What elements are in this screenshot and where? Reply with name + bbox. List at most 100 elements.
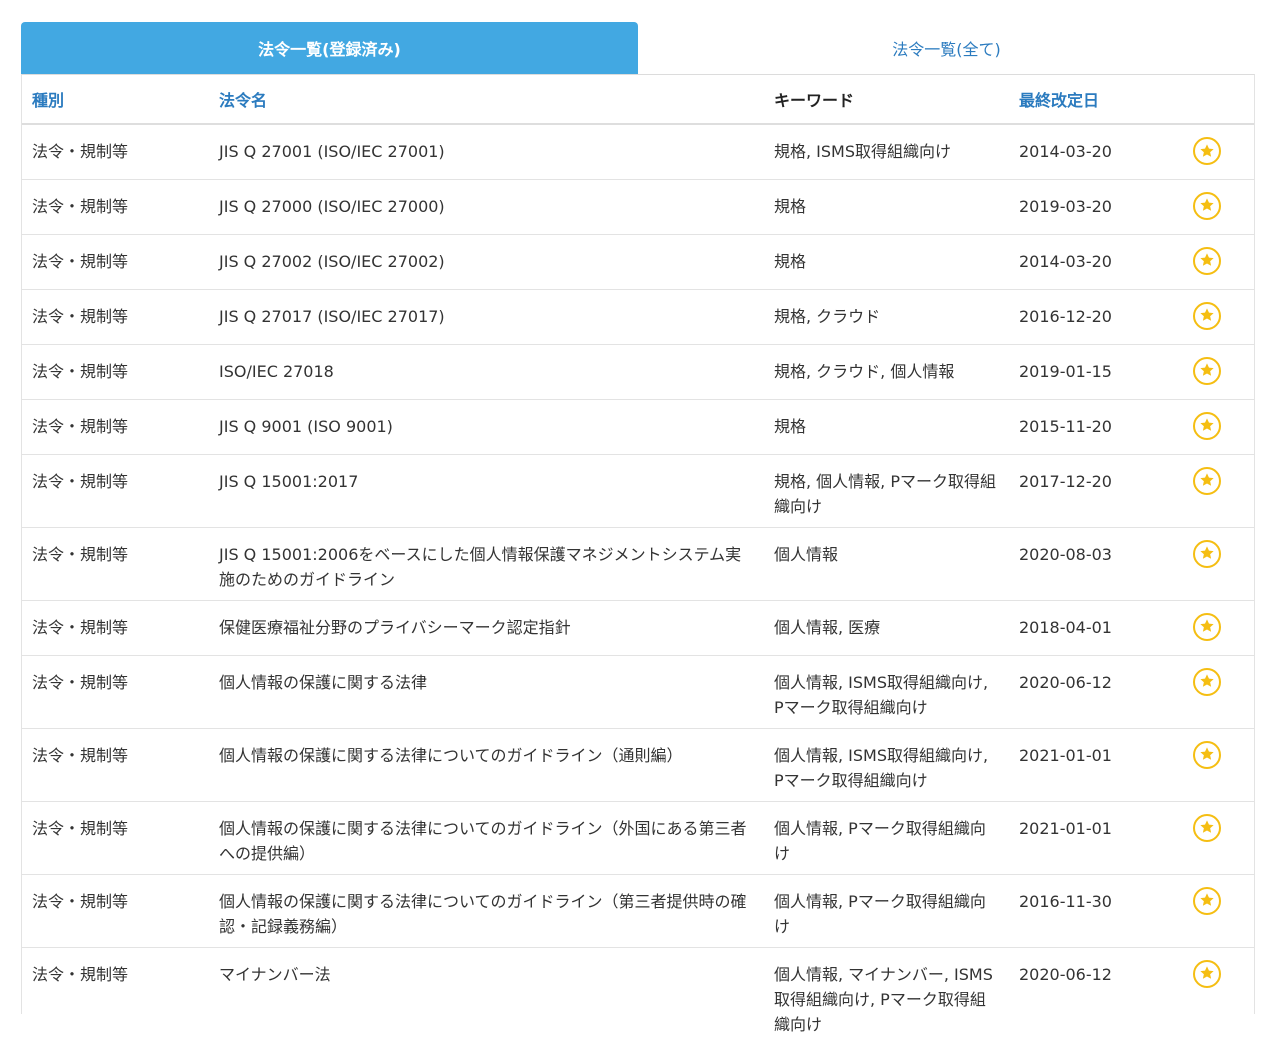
row-date: 2020-06-12: [1019, 964, 1112, 984]
star-icon: [1199, 143, 1214, 157]
table-row[interactable]: 法令・規制等 個人情報の保護に関する法律 個人情報, ISMS取得組織向け, Pマー…: [22, 655, 1254, 729]
row-type: 法令・規制等: [22, 399, 209, 455]
row-type: 法令・規制等: [22, 289, 209, 345]
row-date: 2017-12-20: [1009, 454, 1159, 528]
row-law-name[interactable]: JIS Q 27002 (ISO/IEC 27002): [209, 234, 764, 290]
row-law-name[interactable]: JIS Q 15001:2006をベースにした個人情報保護マネジメントシステム実…: [209, 527, 764, 601]
star-icon: [1199, 893, 1214, 906]
row-law-name[interactable]: 個人情報の保護に関する法律: [209, 655, 764, 729]
column-header-date[interactable]: 最終改定日: [1009, 75, 1159, 125]
row-favorite-cell: [1159, 179, 1254, 235]
row-keywords: 個人情報, Pマーク取得組織向け: [764, 874, 1009, 948]
table-header-row: 種別 法令名 キーワード 最終改定日: [22, 75, 1254, 125]
row-favorite-cell: [1159, 234, 1254, 290]
star-icon: [1199, 308, 1214, 321]
row-law-name[interactable]: マイナンバー法: [209, 947, 764, 1037]
favorite-star-button[interactable]: [1192, 356, 1221, 385]
favorite-star-button[interactable]: [1192, 246, 1221, 275]
row-keywords: 個人情報, Pマーク取得組織向け: [764, 801, 1009, 875]
row-law-name[interactable]: 個人情報の保護に関する法律についてのガイドライン（通則編）: [209, 728, 764, 802]
laws-table-panel: 種別 法令名 キーワード 最終改定日 法令・規制等 JIS Q 27001 (IS…: [21, 74, 1255, 1034]
row-date: 2020-06-12: [1009, 655, 1159, 729]
row-type: 法令・規制等: [22, 344, 209, 400]
star-icon: [1199, 966, 1214, 979]
row-date: 2020-08-03: [1009, 527, 1159, 601]
row-law-name[interactable]: JIS Q 27000 (ISO/IEC 27000): [209, 179, 764, 235]
star-icon: [1199, 473, 1214, 486]
favorite-star-button[interactable]: [1192, 612, 1221, 641]
table-body: 法令・規制等 JIS Q 27001 (ISO/IEC 27001) 規格, ISM…: [22, 124, 1254, 1037]
row-keywords: 個人情報, ISMS取得組織向け, Pマーク取得組織向け: [764, 655, 1009, 729]
row-keywords: 個人情報, ISMS取得組織向け, Pマーク取得組織向け: [764, 728, 1009, 802]
table-row[interactable]: 法令・規制等 JIS Q 15001:2017 規格, 個人情報, Pマーク取得組織…: [22, 454, 1254, 528]
table-row[interactable]: 法令・規制等 個人情報の保護に関する法律についてのガイドライン（第三者提供時の確認…: [22, 874, 1254, 948]
row-favorite-cell: [1159, 124, 1254, 180]
favorite-star-button[interactable]: [1192, 813, 1221, 842]
row-type: 法令・規制等: [32, 964, 129, 984]
row-date: 2018-04-01: [1009, 600, 1159, 656]
row-date: 2016-12-20: [1009, 289, 1159, 345]
table-row[interactable]: 法令・規制等 JIS Q 27002 (ISO/IEC 27002) 規格 2014-…: [22, 234, 1254, 290]
row-law-name[interactable]: 個人情報の保護に関する法律についてのガイドライン（外国にある第三者への提供編）: [209, 801, 764, 875]
star-icon: [1199, 418, 1214, 431]
table-row[interactable]: 法令・規制等 マイナンバー法 個人情報, マイナンバー, ISMS取得組織向け, P…: [22, 947, 1254, 1037]
favorite-star-button[interactable]: [1192, 301, 1221, 330]
tab-registered-laws[interactable]: 法令一覧(登録済み): [21, 22, 638, 74]
row-law-name[interactable]: JIS Q 15001:2017: [209, 454, 764, 528]
row-type: 法令・規制等: [22, 655, 209, 729]
column-header-favorite: [1159, 75, 1254, 125]
table-row[interactable]: 法令・規制等 JIS Q 27000 (ISO/IEC 27000) 規格 2019-…: [22, 179, 1254, 235]
row-keywords: 規格: [764, 179, 1009, 235]
row-date: 2021-01-01: [1009, 728, 1159, 802]
favorite-star-button[interactable]: [1192, 466, 1221, 495]
favorite-star-button[interactable]: [1192, 740, 1221, 769]
row-keywords: 規格, 個人情報, Pマーク取得組織向け: [764, 454, 1009, 528]
column-header-type[interactable]: 種別: [22, 75, 209, 125]
row-law-name[interactable]: JIS Q 9001 (ISO 9001): [209, 399, 764, 455]
row-date: 2015-11-20: [1009, 399, 1159, 455]
table-row[interactable]: 法令・規制等 JIS Q 27001 (ISO/IEC 27001) 規格, ISM…: [22, 124, 1254, 180]
row-favorite-cell: [1159, 344, 1254, 400]
star-icon: [1199, 747, 1214, 760]
favorite-star-button[interactable]: [1192, 411, 1221, 440]
row-favorite-cell: [1159, 728, 1254, 802]
column-header-name[interactable]: 法令名: [209, 75, 764, 125]
row-favorite-cell: [1159, 454, 1254, 528]
row-type: 法令・規制等: [22, 874, 209, 948]
row-law-name[interactable]: ISO/IEC 27018: [209, 344, 764, 400]
row-date: 2016-11-30: [1009, 874, 1159, 948]
row-type: 法令・規制等: [22, 728, 209, 802]
row-law-name[interactable]: 保健医療福祉分野のプライバシーマーク認定指針: [209, 600, 764, 656]
row-law-name[interactable]: JIS Q 27017 (ISO/IEC 27017): [209, 289, 764, 345]
row-keywords: 規格, ISMS取得組織向け: [764, 124, 1009, 180]
row-type: 法令・規制等: [22, 234, 209, 290]
table-row[interactable]: 法令・規制等 JIS Q 27017 (ISO/IEC 27017) 規格, クラウ…: [22, 289, 1254, 345]
star-icon: [1199, 820, 1214, 833]
favorite-star-button[interactable]: [1192, 137, 1221, 165]
table-row[interactable]: 法令・規制等 ISO/IEC 27018 規格, クラウド, 個人情報 2019-01…: [22, 344, 1254, 400]
table-row[interactable]: 法令・規制等 JIS Q 9001 (ISO 9001) 規格 2015-11-20: [22, 399, 1254, 455]
row-keywords: 規格, クラウド: [764, 289, 1009, 345]
favorite-star-button[interactable]: [1192, 539, 1221, 568]
row-type: 法令・規制等: [22, 454, 209, 528]
row-law-name[interactable]: JIS Q 27001 (ISO/IEC 27001): [209, 124, 764, 180]
star-icon: [1199, 198, 1214, 211]
table-row[interactable]: 法令・規制等 保健医療福祉分野のプライバシーマーク認定指針 個人情報, 医療 2018…: [22, 600, 1254, 656]
row-favorite-cell: [1159, 399, 1254, 455]
tab-all-laws[interactable]: 法令一覧(全て): [638, 22, 1255, 74]
favorite-star-button[interactable]: [1192, 886, 1221, 915]
table-row[interactable]: 法令・規制等 JIS Q 15001:2006をベースにした個人情報保護マネジメン…: [22, 527, 1254, 601]
row-favorite-cell: [1159, 874, 1254, 948]
row-favorite-cell: [1159, 801, 1254, 875]
row-law-name[interactable]: 個人情報の保護に関する法律についてのガイドライン（第三者提供時の確認・記録義務編…: [209, 874, 764, 948]
favorite-star-button[interactable]: [1192, 667, 1221, 696]
row-favorite-cell: [1159, 947, 1254, 1037]
row-keywords: 規格: [764, 399, 1009, 455]
table-row[interactable]: 法令・規制等 個人情報の保護に関する法律についてのガイドライン（外国にある第三者へ…: [22, 801, 1254, 875]
row-date: 2019-01-15: [1009, 344, 1159, 400]
star-icon: [1199, 619, 1214, 632]
row-keywords: 個人情報: [764, 527, 1009, 601]
favorite-star-button[interactable]: [1192, 959, 1221, 988]
table-row[interactable]: 法令・規制等 個人情報の保護に関する法律についてのガイドライン（通則編） 個人情報,…: [22, 728, 1254, 802]
favorite-star-button[interactable]: [1192, 191, 1221, 220]
